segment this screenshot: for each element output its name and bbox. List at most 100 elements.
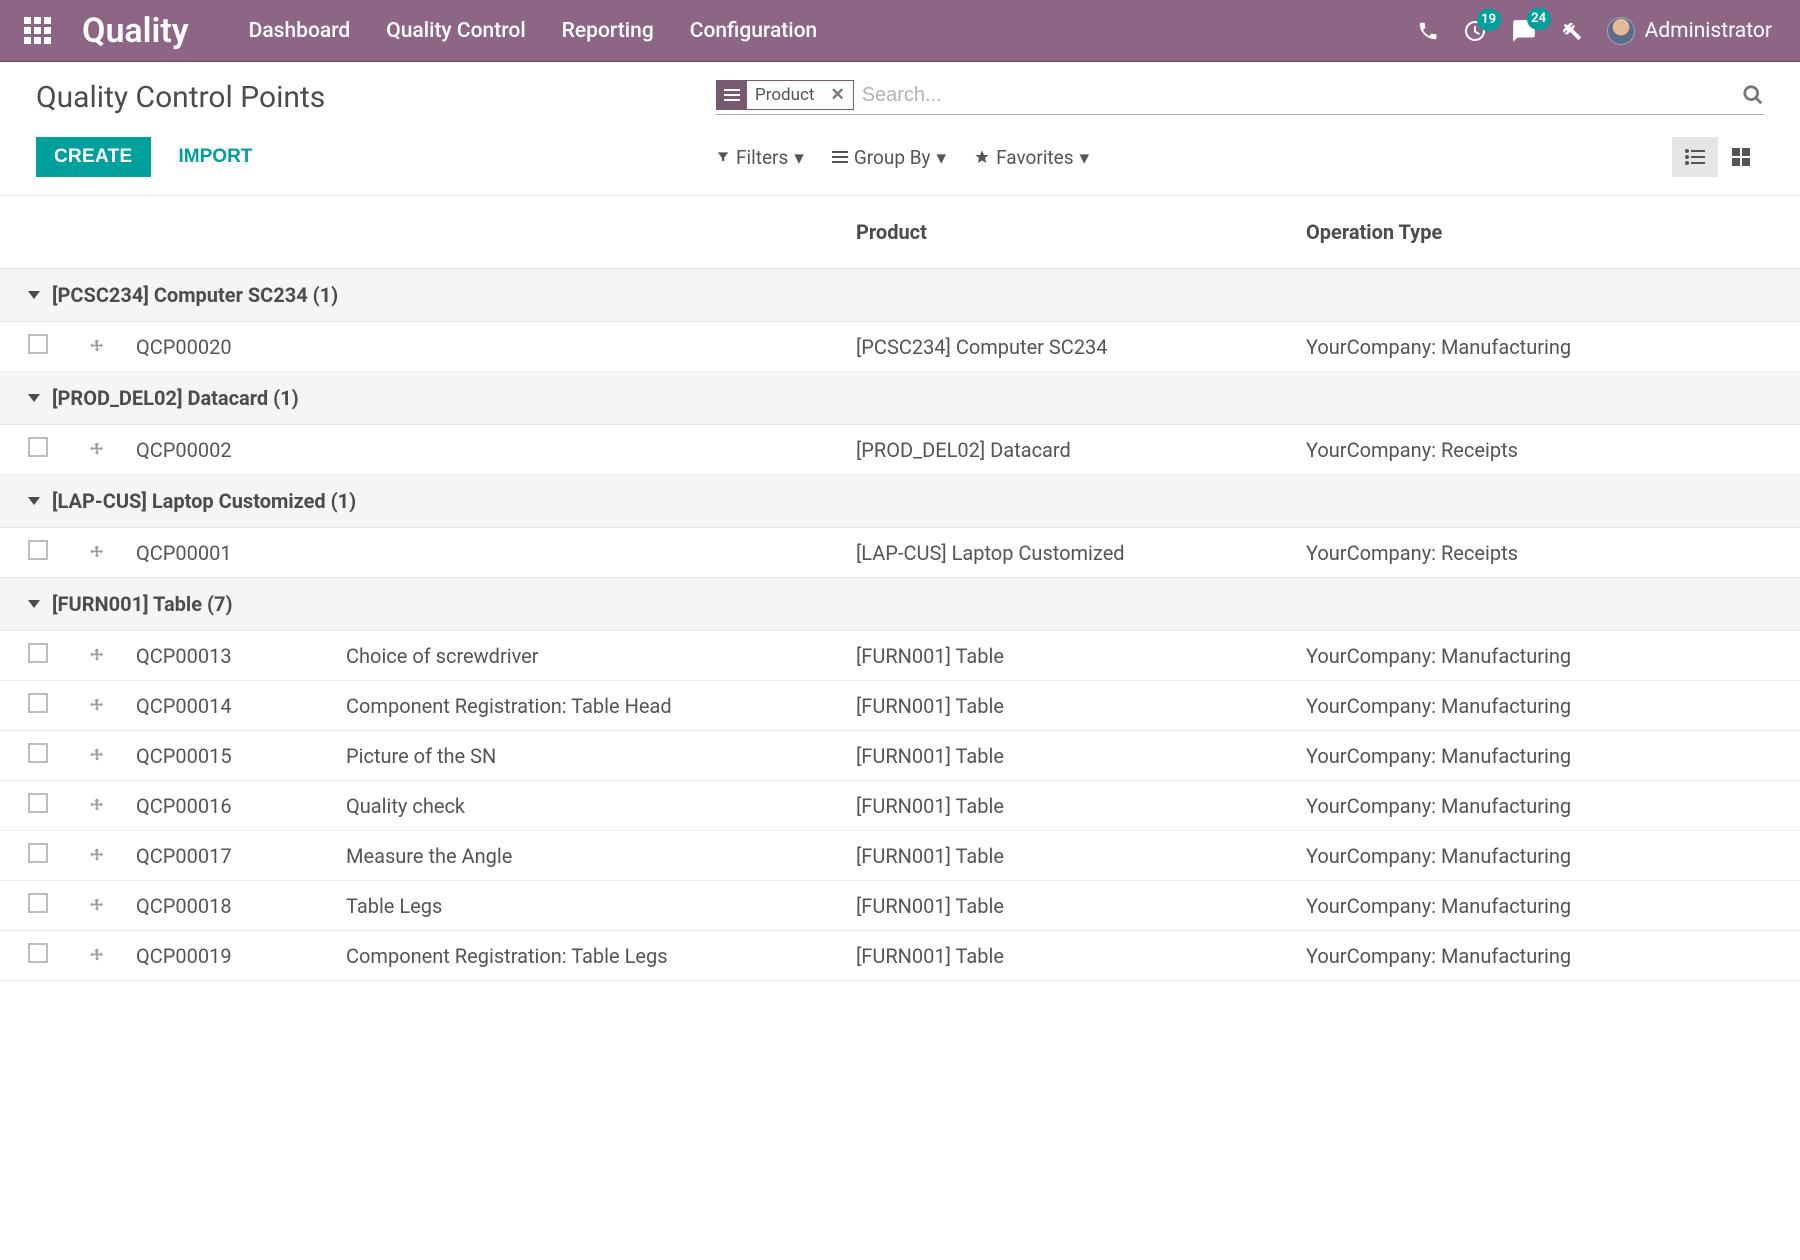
table-row[interactable]: QCP00019Component Registration: Table Le… bbox=[0, 931, 1800, 981]
cell-product: [FURN001] Table bbox=[856, 894, 1306, 918]
apps-icon[interactable] bbox=[24, 17, 52, 45]
search-facet-product[interactable]: Product ✕ bbox=[716, 80, 854, 110]
phone-icon[interactable] bbox=[1417, 20, 1439, 42]
table-row[interactable]: QCP00002[PROD_DEL02] DatacardYourCompany… bbox=[0, 425, 1800, 475]
cell-product: [PROD_DEL02] Datacard bbox=[856, 438, 1306, 462]
row-checkbox[interactable] bbox=[28, 334, 48, 354]
caret-down-icon bbox=[28, 394, 40, 402]
chevron-down-icon: ▾ bbox=[794, 146, 804, 169]
table-row[interactable]: QCP00001[LAP-CUS] Laptop CustomizedYourC… bbox=[0, 528, 1800, 578]
table-row[interactable]: QCP00013Choice of screwdriver[FURN001] T… bbox=[0, 631, 1800, 681]
cell-operation-type: YourCompany: Manufacturing bbox=[1306, 644, 1764, 668]
import-button[interactable]: IMPORT bbox=[179, 146, 253, 168]
caret-down-icon bbox=[28, 600, 40, 608]
create-button[interactable]: CREATE bbox=[36, 137, 151, 177]
drag-handle-icon[interactable] bbox=[88, 697, 136, 715]
cell-product: [FURN001] Table bbox=[856, 744, 1306, 768]
row-checkbox[interactable] bbox=[28, 540, 48, 560]
drag-handle-icon[interactable] bbox=[88, 647, 136, 665]
row-checkbox[interactable] bbox=[28, 943, 48, 963]
cell-product: [FURN001] Table bbox=[856, 944, 1306, 968]
funnel-icon bbox=[716, 150, 730, 164]
row-checkbox[interactable] bbox=[28, 643, 48, 663]
cell-operation-type: YourCompany: Manufacturing bbox=[1306, 844, 1764, 868]
data-table: Product Operation Type [PCSC234] Compute… bbox=[0, 196, 1800, 981]
facet-label: Product bbox=[747, 81, 822, 109]
cell-operation-type: YourCompany: Manufacturing bbox=[1306, 894, 1764, 918]
nav-quality-control[interactable]: Quality Control bbox=[386, 19, 525, 43]
table-row[interactable]: QCP00020[PCSC234] Computer SC234YourComp… bbox=[0, 322, 1800, 372]
cell-title: Table Legs bbox=[346, 894, 856, 918]
row-checkbox[interactable] bbox=[28, 843, 48, 863]
table-row[interactable]: QCP00017Measure the Angle[FURN001] Table… bbox=[0, 831, 1800, 881]
cell-operation-type: YourCompany: Manufacturing bbox=[1306, 335, 1764, 359]
app-brand[interactable]: Quality bbox=[82, 11, 189, 51]
chevron-down-icon: ▾ bbox=[1080, 146, 1090, 169]
activities-icon[interactable]: 19 bbox=[1463, 19, 1487, 43]
drag-handle-icon[interactable] bbox=[88, 847, 136, 865]
cell-ref: QCP00001 bbox=[136, 541, 346, 565]
cell-operation-type: YourCompany: Receipts bbox=[1306, 541, 1764, 565]
tools-icon[interactable] bbox=[1561, 20, 1583, 42]
page-title: Quality Control Points bbox=[36, 80, 676, 115]
cell-operation-type: YourCompany: Manufacturing bbox=[1306, 794, 1764, 818]
star-icon bbox=[974, 149, 990, 165]
cell-title: Picture of the SN bbox=[346, 744, 856, 768]
table-row[interactable]: QCP00014Component Registration: Table He… bbox=[0, 681, 1800, 731]
discuss-icon[interactable]: 24 bbox=[1511, 18, 1537, 44]
view-kanban-button[interactable] bbox=[1718, 137, 1764, 177]
row-checkbox[interactable] bbox=[28, 743, 48, 763]
group-row[interactable]: [LAP-CUS] Laptop Customized (1) bbox=[0, 475, 1800, 528]
group-row[interactable]: [FURN001] Table (7) bbox=[0, 578, 1800, 631]
table-header: Product Operation Type bbox=[0, 196, 1800, 269]
drag-handle-icon[interactable] bbox=[88, 747, 136, 765]
group-title: [FURN001] Table (7) bbox=[52, 592, 232, 616]
user-name: Administrator bbox=[1645, 19, 1772, 43]
row-checkbox[interactable] bbox=[28, 437, 48, 457]
filters-dropdown[interactable]: Filters ▾ bbox=[716, 146, 804, 169]
drag-handle-icon[interactable] bbox=[88, 338, 136, 356]
drag-handle-icon[interactable] bbox=[88, 947, 136, 965]
group-by-label: Group By bbox=[854, 146, 931, 169]
messages-badge: 24 bbox=[1527, 8, 1551, 30]
drag-handle-icon[interactable] bbox=[88, 441, 136, 459]
cell-title: Component Registration: Table Head bbox=[346, 694, 856, 718]
cell-ref: QCP00014 bbox=[136, 694, 346, 718]
caret-down-icon bbox=[28, 497, 40, 505]
favorites-dropdown[interactable]: Favorites ▾ bbox=[974, 146, 1089, 169]
table-row[interactable]: QCP00018Table Legs[FURN001] TableYourCom… bbox=[0, 881, 1800, 931]
cell-operation-type: YourCompany: Manufacturing bbox=[1306, 694, 1764, 718]
cell-product: [FURN001] Table bbox=[856, 694, 1306, 718]
table-row[interactable]: QCP00016Quality check[FURN001] TableYour… bbox=[0, 781, 1800, 831]
top-navbar: Quality Dashboard Quality Control Report… bbox=[0, 0, 1800, 62]
drag-handle-icon[interactable] bbox=[88, 797, 136, 815]
cell-ref: QCP00013 bbox=[136, 644, 346, 668]
nav-links: Dashboard Quality Control Reporting Conf… bbox=[249, 19, 818, 43]
view-list-button[interactable] bbox=[1672, 137, 1718, 177]
nav-dashboard[interactable]: Dashboard bbox=[249, 19, 351, 43]
col-product[interactable]: Product bbox=[856, 220, 1306, 244]
cell-operation-type: YourCompany: Manufacturing bbox=[1306, 944, 1764, 968]
nav-systray: 19 24 Administrator bbox=[1417, 17, 1772, 45]
cell-ref: QCP00019 bbox=[136, 944, 346, 968]
drag-handle-icon[interactable] bbox=[88, 897, 136, 915]
facet-remove-icon[interactable]: ✕ bbox=[822, 81, 852, 109]
user-menu[interactable]: Administrator bbox=[1607, 17, 1772, 45]
cell-ref: QCP00015 bbox=[136, 744, 346, 768]
search-icon[interactable] bbox=[1742, 84, 1764, 106]
row-checkbox[interactable] bbox=[28, 793, 48, 813]
group-row[interactable]: [PROD_DEL02] Datacard (1) bbox=[0, 372, 1800, 425]
drag-handle-icon[interactable] bbox=[88, 544, 136, 562]
nav-configuration[interactable]: Configuration bbox=[690, 19, 818, 43]
col-operation-type[interactable]: Operation Type bbox=[1306, 220, 1764, 244]
cell-product: [FURN001] Table bbox=[856, 644, 1306, 668]
table-row[interactable]: QCP00015Picture of the SN[FURN001] Table… bbox=[0, 731, 1800, 781]
row-checkbox[interactable] bbox=[28, 693, 48, 713]
group-title: [PROD_DEL02] Datacard (1) bbox=[52, 386, 299, 410]
search-input[interactable] bbox=[862, 84, 1742, 107]
row-checkbox[interactable] bbox=[28, 893, 48, 913]
group-by-dropdown[interactable]: Group By ▾ bbox=[832, 146, 946, 169]
nav-reporting[interactable]: Reporting bbox=[562, 19, 654, 43]
group-row[interactable]: [PCSC234] Computer SC234 (1) bbox=[0, 269, 1800, 322]
cell-title: Component Registration: Table Legs bbox=[346, 944, 856, 968]
